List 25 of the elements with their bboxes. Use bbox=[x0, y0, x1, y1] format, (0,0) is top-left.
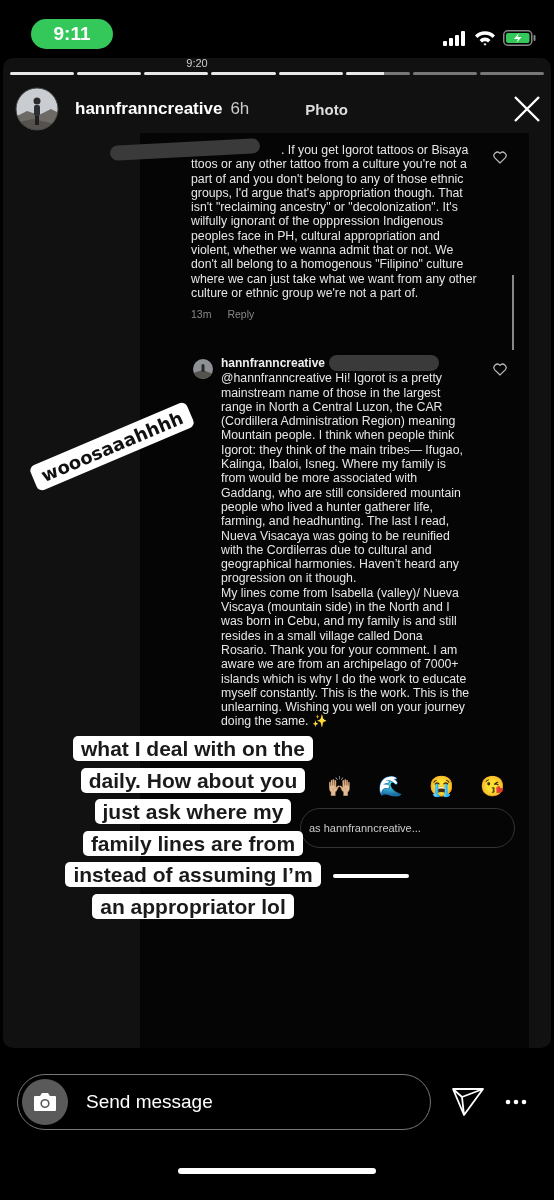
emoji-reaction[interactable]: 🙌🏼 bbox=[327, 773, 352, 798]
post-age: 6h bbox=[230, 99, 250, 119]
comment-text: . If you get Igorot tattoos or Bisaya ttoos or any other tattoo from a culture you're not a part of and you don't belong to any of those ethnic groups, I'd argue that's appropriation though. That isn't "reclaiming ancestry" or "decolonization". It's wilfully ignorant of the opppression Indigenous peoples face in PH, cultural appropriation and violent, whether we wanna admit that or not. We don't all belong to a homogenous "Filipino" culture where we can just take what we want from any other culture or ethnic group we're not a part of. bbox=[191, 143, 477, 301]
emoji-reaction[interactable]: 😭 bbox=[429, 773, 454, 798]
emoji-reaction[interactable]: 🌊 bbox=[378, 773, 403, 798]
comment-text: @hannfranncreative Hi! Igorot is a pretty mainstream name of those in the largest range in North a Central Luzon, the CAR (Cordillera Administration Region) meaning Mountain people. I think when people think Igorot: they think of the main tribes— Ifugao, Kalinga, Ibaloi, Isneg. Where my family is from would be more associated with Gaddang, who are still considered mountain people who lived a hunter gatherer life, farming, and headhunting. The last I read, Nueva Visacaya was going to be reunified with the Cordilerras due to cultural and geographical harmonies. Haven’t heard any progression on it though. My lines come from Isabella (valley)/ Nueva Viscaya (mountain side) in the North and I was born in Cebu, and my family is and still resides in a small village called Dona Rosario. Thank you for your comment. I am aware we are from an archipelago of 7000+ islands which is why I do the work to educate myself constantly. This is the work. This is the unlearning. Wishing you well on your journey doing the same. ✨ bbox=[221, 371, 471, 729]
screenshot-time: 9:20 bbox=[185, 58, 209, 68]
comment-author[interactable]: hannfranncreative bbox=[221, 356, 326, 371]
heart-icon[interactable] bbox=[493, 363, 507, 377]
comment-time: 13m bbox=[191, 308, 212, 321]
heart-icon[interactable] bbox=[493, 151, 507, 164]
signal-icon bbox=[443, 30, 467, 46]
send-icon[interactable] bbox=[451, 1087, 485, 1117]
username[interactable]: hannfranncreative bbox=[75, 99, 223, 119]
media-label: Photo bbox=[305, 100, 348, 118]
wifi-icon bbox=[474, 30, 496, 46]
close-icon[interactable] bbox=[513, 95, 541, 123]
message-field[interactable]: Send message bbox=[17, 1074, 431, 1130]
emoji-reaction[interactable]: 😘 bbox=[480, 773, 505, 798]
status-time: 9:11 bbox=[31, 19, 113, 49]
more-icon[interactable] bbox=[505, 1099, 527, 1105]
reply-link[interactable]: Reply bbox=[227, 308, 255, 321]
camera-icon[interactable] bbox=[22, 1079, 68, 1125]
comment-field[interactable]: as hannfranncreative... bbox=[300, 807, 515, 848]
battery-icon bbox=[503, 30, 536, 46]
